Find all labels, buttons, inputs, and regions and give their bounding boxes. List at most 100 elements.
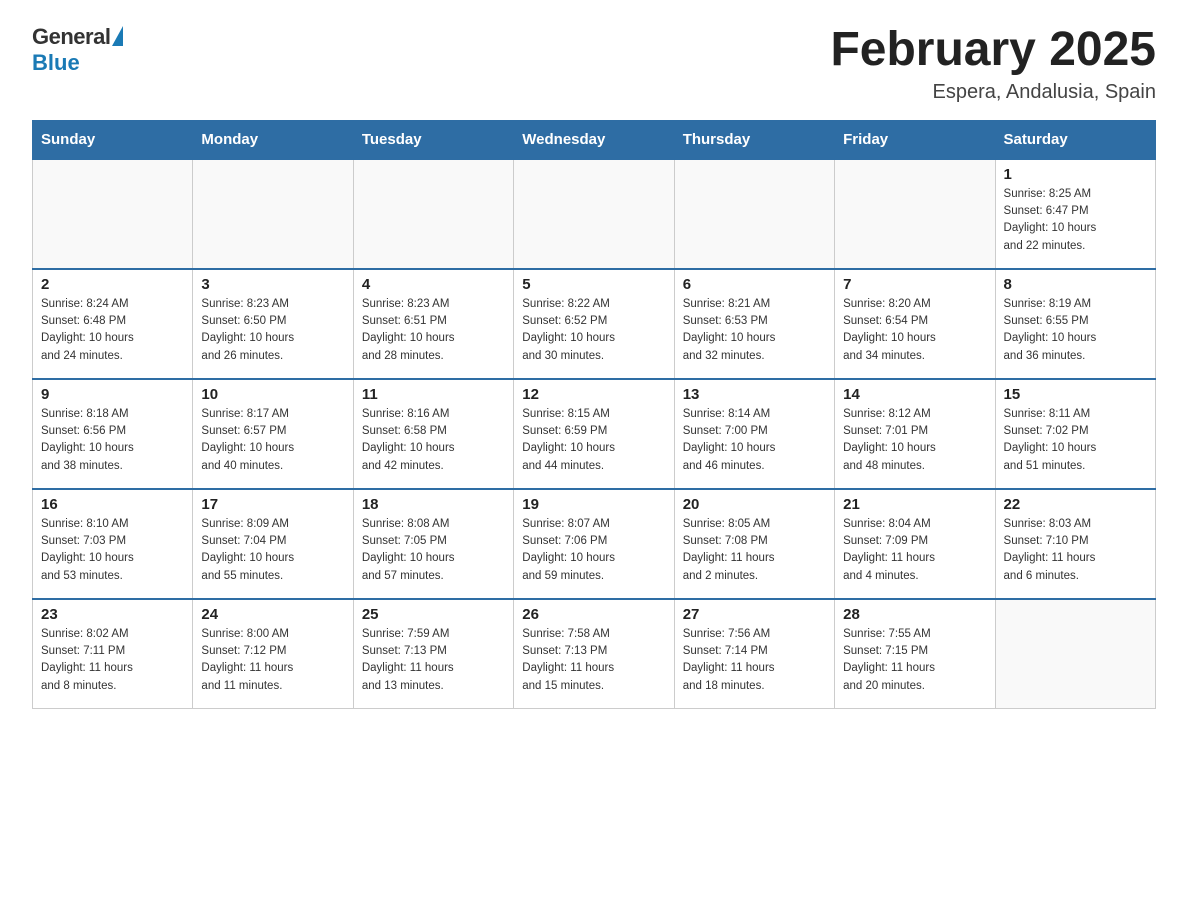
day-header-monday: Monday <box>193 120 353 159</box>
week-row-1: 1 Sunrise: 8:25 AM Sunset: 6:47 PM Daylig… <box>33 159 1156 269</box>
day-number: 10 <box>201 386 344 403</box>
day-number: 6 <box>683 276 826 293</box>
day-number: 1 <box>1004 166 1147 183</box>
day-info: Sunrise: 8:18 AM Sunset: 6:56 PM Dayligh… <box>41 406 184 475</box>
calendar-cell: 22 Sunrise: 8:03 AM Sunset: 7:10 PM Dayli… <box>995 489 1155 599</box>
calendar-cell <box>353 159 513 269</box>
day-header-thursday: Thursday <box>674 120 834 159</box>
day-info: Sunrise: 8:05 AM Sunset: 7:08 PM Dayligh… <box>683 516 826 585</box>
days-header-row: SundayMondayTuesdayWednesdayThursdayFrid… <box>33 120 1156 159</box>
day-number: 2 <box>41 276 184 293</box>
calendar-cell <box>33 159 193 269</box>
day-info: Sunrise: 8:07 AM Sunset: 7:06 PM Dayligh… <box>522 516 665 585</box>
day-number: 27 <box>683 606 826 623</box>
day-number: 28 <box>843 606 986 623</box>
day-number: 13 <box>683 386 826 403</box>
day-number: 22 <box>1004 496 1147 513</box>
day-info: Sunrise: 8:10 AM Sunset: 7:03 PM Dayligh… <box>41 516 184 585</box>
page-header: General Blue February 2025 Espera, Andal… <box>32 24 1156 104</box>
day-number: 23 <box>41 606 184 623</box>
day-info: Sunrise: 8:23 AM Sunset: 6:50 PM Dayligh… <box>201 296 344 365</box>
day-info: Sunrise: 8:04 AM Sunset: 7:09 PM Dayligh… <box>843 516 986 585</box>
calendar-cell <box>514 159 674 269</box>
calendar-cell: 4 Sunrise: 8:23 AM Sunset: 6:51 PM Daylig… <box>353 269 513 379</box>
day-header-tuesday: Tuesday <box>353 120 513 159</box>
day-info: Sunrise: 7:59 AM Sunset: 7:13 PM Dayligh… <box>362 626 505 695</box>
logo-triangle-icon <box>112 26 123 46</box>
calendar-cell: 15 Sunrise: 8:11 AM Sunset: 7:02 PM Dayli… <box>995 379 1155 489</box>
logo-blue-text: Blue <box>32 50 80 76</box>
calendar-cell: 25Sunrise: 7:59 AM Sunset: 7:13 PM Dayli… <box>353 599 513 709</box>
calendar-cell: 11 Sunrise: 8:16 AM Sunset: 6:58 PM Dayli… <box>353 379 513 489</box>
day-info: Sunrise: 8:12 AM Sunset: 7:01 PM Dayligh… <box>843 406 986 475</box>
calendar-cell: 6Sunrise: 8:21 AM Sunset: 6:53 PM Daylig… <box>674 269 834 379</box>
calendar-cell: 12Sunrise: 8:15 AM Sunset: 6:59 PM Dayli… <box>514 379 674 489</box>
calendar-cell: 14Sunrise: 8:12 AM Sunset: 7:01 PM Dayli… <box>835 379 995 489</box>
day-number: 9 <box>41 386 184 403</box>
calendar-cell: 21Sunrise: 8:04 AM Sunset: 7:09 PM Dayli… <box>835 489 995 599</box>
day-number: 8 <box>1004 276 1147 293</box>
day-info: Sunrise: 8:09 AM Sunset: 7:04 PM Dayligh… <box>201 516 344 585</box>
day-info: Sunrise: 7:55 AM Sunset: 7:15 PM Dayligh… <box>843 626 986 695</box>
day-info: Sunrise: 8:11 AM Sunset: 7:02 PM Dayligh… <box>1004 406 1147 475</box>
day-info: Sunrise: 8:08 AM Sunset: 7:05 PM Dayligh… <box>362 516 505 585</box>
calendar-cell: 2 Sunrise: 8:24 AM Sunset: 6:48 PM Daylig… <box>33 269 193 379</box>
calendar-cell <box>835 159 995 269</box>
day-number: 12 <box>522 386 665 403</box>
day-number: 20 <box>683 496 826 513</box>
day-number: 7 <box>843 276 986 293</box>
day-info: Sunrise: 8:25 AM Sunset: 6:47 PM Dayligh… <box>1004 186 1147 255</box>
day-info: Sunrise: 8:23 AM Sunset: 6:51 PM Dayligh… <box>362 296 505 365</box>
week-row-5: 23 Sunrise: 8:02 AM Sunset: 7:11 PM Dayli… <box>33 599 1156 709</box>
calendar-subtitle: Espera, Andalusia, Spain <box>830 81 1156 104</box>
day-header-sunday: Sunday <box>33 120 193 159</box>
day-info: Sunrise: 8:02 AM Sunset: 7:11 PM Dayligh… <box>41 626 184 695</box>
day-number: 16 <box>41 496 184 513</box>
day-info: Sunrise: 8:00 AM Sunset: 7:12 PM Dayligh… <box>201 626 344 695</box>
day-number: 24 <box>201 606 344 623</box>
calendar-title: February 2025 <box>830 24 1156 77</box>
logo: General Blue <box>32 24 123 76</box>
calendar-cell <box>193 159 353 269</box>
calendar-cell: 26 Sunrise: 7:58 AM Sunset: 7:13 PM Dayli… <box>514 599 674 709</box>
calendar-cell: 23 Sunrise: 8:02 AM Sunset: 7:11 PM Dayli… <box>33 599 193 709</box>
calendar-table: SundayMondayTuesdayWednesdayThursdayFrid… <box>32 120 1156 710</box>
calendar-cell: 17Sunrise: 8:09 AM Sunset: 7:04 PM Dayli… <box>193 489 353 599</box>
calendar-cell: 7 Sunrise: 8:20 AM Sunset: 6:54 PM Daylig… <box>835 269 995 379</box>
day-number: 18 <box>362 496 505 513</box>
day-number: 11 <box>362 386 505 403</box>
calendar-cell: 19 Sunrise: 8:07 AM Sunset: 7:06 PM Dayli… <box>514 489 674 599</box>
day-info: Sunrise: 8:16 AM Sunset: 6:58 PM Dayligh… <box>362 406 505 475</box>
calendar-cell: 9 Sunrise: 8:18 AM Sunset: 6:56 PM Daylig… <box>33 379 193 489</box>
day-info: Sunrise: 8:22 AM Sunset: 6:52 PM Dayligh… <box>522 296 665 365</box>
day-info: Sunrise: 8:03 AM Sunset: 7:10 PM Dayligh… <box>1004 516 1147 585</box>
day-header-wednesday: Wednesday <box>514 120 674 159</box>
day-header-friday: Friday <box>835 120 995 159</box>
calendar-cell <box>995 599 1155 709</box>
day-number: 15 <box>1004 386 1147 403</box>
calendar-cell: 16 Sunrise: 8:10 AM Sunset: 7:03 PM Dayli… <box>33 489 193 599</box>
calendar-cell: 3 Sunrise: 8:23 AM Sunset: 6:50 PM Daylig… <box>193 269 353 379</box>
week-row-2: 2 Sunrise: 8:24 AM Sunset: 6:48 PM Daylig… <box>33 269 1156 379</box>
calendar-cell: 24 Sunrise: 8:00 AM Sunset: 7:12 PM Dayli… <box>193 599 353 709</box>
day-info: Sunrise: 8:24 AM Sunset: 6:48 PM Dayligh… <box>41 296 184 365</box>
calendar-cell: 20 Sunrise: 8:05 AM Sunset: 7:08 PM Dayli… <box>674 489 834 599</box>
day-number: 26 <box>522 606 665 623</box>
day-info: Sunrise: 8:19 AM Sunset: 6:55 PM Dayligh… <box>1004 296 1147 365</box>
day-info: Sunrise: 8:17 AM Sunset: 6:57 PM Dayligh… <box>201 406 344 475</box>
calendar-cell: 28 Sunrise: 7:55 AM Sunset: 7:15 PM Dayli… <box>835 599 995 709</box>
day-info: Sunrise: 7:56 AM Sunset: 7:14 PM Dayligh… <box>683 626 826 695</box>
day-info: Sunrise: 8:20 AM Sunset: 6:54 PM Dayligh… <box>843 296 986 365</box>
calendar-cell: 1 Sunrise: 8:25 AM Sunset: 6:47 PM Daylig… <box>995 159 1155 269</box>
day-number: 5 <box>522 276 665 293</box>
week-row-4: 16 Sunrise: 8:10 AM Sunset: 7:03 PM Dayli… <box>33 489 1156 599</box>
day-number: 3 <box>201 276 344 293</box>
calendar-cell: 5 Sunrise: 8:22 AM Sunset: 6:52 PM Daylig… <box>514 269 674 379</box>
day-number: 19 <box>522 496 665 513</box>
day-number: 4 <box>362 276 505 293</box>
calendar-cell: 18 Sunrise: 8:08 AM Sunset: 7:05 PM Dayli… <box>353 489 513 599</box>
calendar-cell: 13Sunrise: 8:14 AM Sunset: 7:00 PM Dayli… <box>674 379 834 489</box>
week-row-3: 9 Sunrise: 8:18 AM Sunset: 6:56 PM Daylig… <box>33 379 1156 489</box>
day-info: Sunrise: 7:58 AM Sunset: 7:13 PM Dayligh… <box>522 626 665 695</box>
calendar-cell: 10 Sunrise: 8:17 AM Sunset: 6:57 PM Dayli… <box>193 379 353 489</box>
